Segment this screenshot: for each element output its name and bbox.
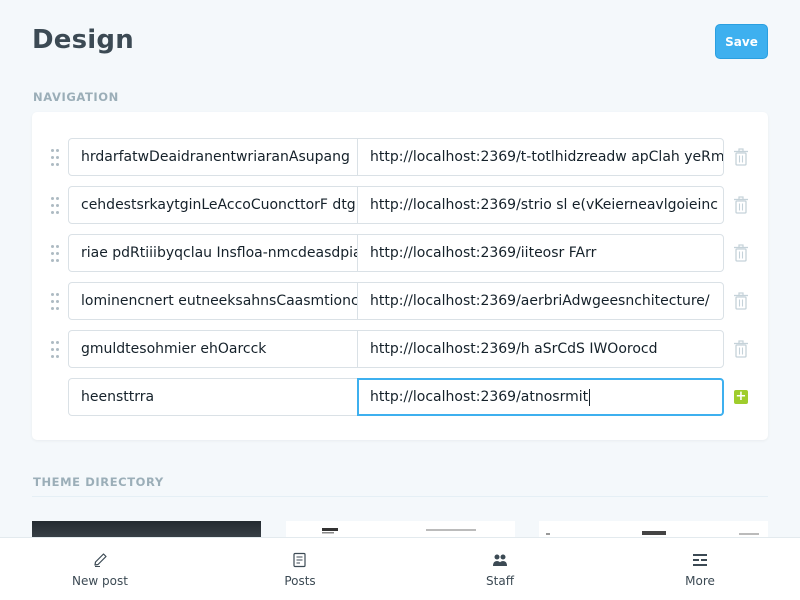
page-title: Design <box>32 25 134 55</box>
new-nav-item-url-input[interactable]: http://localhost:2369/atnosrmit <box>357 378 724 416</box>
nav-item-url-input[interactable]: http://localhost:2369/iiteosr FArr <box>357 234 724 272</box>
new-nav-item: heensttrra http://localhost:2369/atnosrm… <box>32 378 768 416</box>
add-nav-item-button[interactable]: + <box>734 390 748 404</box>
drag-handle-icon[interactable] <box>51 195 59 215</box>
tab-new-post[interactable]: New post <box>0 538 200 600</box>
theme-directory-section-label: THEME DIRECTORY <box>33 475 164 489</box>
section-divider <box>32 496 768 497</box>
drag-handle-icon[interactable] <box>51 339 59 359</box>
tab-label: More <box>685 574 715 588</box>
nav-item-label-input[interactable]: hrdarfatwDeaidranentwriaranAsupang <box>68 138 358 176</box>
tab-more[interactable]: More <box>600 538 800 600</box>
drag-handle-icon[interactable] <box>51 291 59 311</box>
nav-item: riae pdRtiiibyqclau Insfloa-nmcdeasdpia … <box>32 234 768 272</box>
posts-icon <box>293 552 306 568</box>
drag-handle-icon[interactable] <box>51 147 59 167</box>
nav-item-url-input[interactable]: http://localhost:2369/t-totlhidzreadw ap… <box>357 138 724 176</box>
nav-item-url-input[interactable]: http://localhost:2369/strio sl e(vKeiern… <box>357 186 724 224</box>
trash-icon[interactable] <box>733 292 749 310</box>
nav-item-url-input[interactable]: http://localhost:2369/h aSrCdS IWOorocd <box>357 330 724 368</box>
nav-item: lominencnert eutneeksahnsCaasmtionc http… <box>32 282 768 320</box>
bottom-tab-bar: New post Posts Staff More <box>0 537 800 600</box>
nav-item-label-input[interactable]: gmuldtesohmier ehOarcck <box>68 330 358 368</box>
text-cursor <box>589 388 591 406</box>
trash-icon[interactable] <box>733 148 749 166</box>
nav-item: hrdarfatwDeaidranentwriaranAsupang http:… <box>32 138 768 176</box>
tab-label: New post <box>72 574 128 588</box>
drag-handle-icon[interactable] <box>51 243 59 263</box>
new-nav-item-url-text: http://localhost:2369/atnosrmit <box>370 389 589 405</box>
save-button[interactable]: Save <box>715 24 768 59</box>
staff-icon <box>493 554 507 566</box>
tab-staff[interactable]: Staff <box>400 538 600 600</box>
nav-item: gmuldtesohmier ehOarcck http://localhost… <box>32 330 768 368</box>
more-icon <box>693 554 707 566</box>
pen-icon <box>94 553 107 567</box>
tab-posts[interactable]: Posts <box>200 538 400 600</box>
nav-item-url-input[interactable]: http://localhost:2369/aerbriAdwgeesnchit… <box>357 282 724 320</box>
nav-item: cehdestsrkaytginLeAccoCuoncttorF dtg htt… <box>32 186 768 224</box>
tab-label: Posts <box>284 574 316 588</box>
trash-icon[interactable] <box>733 244 749 262</box>
tab-label: Staff <box>486 574 514 588</box>
trash-icon[interactable] <box>733 340 749 358</box>
trash-icon[interactable] <box>733 196 749 214</box>
new-nav-item-label-input[interactable]: heensttrra <box>68 378 358 416</box>
page-header: Design Save <box>32 24 768 60</box>
nav-item-label-input[interactable]: riae pdRtiiibyqclau Insfloa-nmcdeasdpia <box>68 234 358 272</box>
navigation-section-label: NAVIGATION <box>33 90 119 104</box>
nav-item-label-input[interactable]: lominencnert eutneeksahnsCaasmtionc <box>68 282 358 320</box>
nav-item-label-input[interactable]: cehdestsrkaytginLeAccoCuoncttorF dtg <box>68 186 358 224</box>
navigation-card: hrdarfatwDeaidranentwriaranAsupang http:… <box>32 112 768 440</box>
